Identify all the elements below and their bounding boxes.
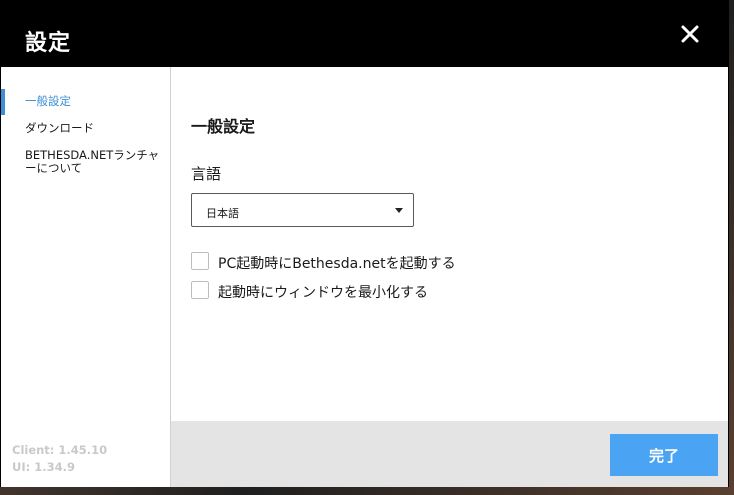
client-version: Client: 1.45.10 (12, 443, 108, 457)
language-select[interactable]: 日本語 (191, 193, 414, 227)
launch-on-startup-checkbox[interactable] (191, 252, 209, 270)
sidebar-item-label: 一般設定 (25, 94, 71, 108)
sidebar-item-label: BETHESDA.NETランチャーについて (25, 148, 160, 175)
language-select-value: 日本語 (206, 207, 239, 220)
sidebar-item-general[interactable]: 一般設定 (1, 89, 170, 115)
minimize-on-startup-checkbox[interactable] (191, 281, 209, 299)
launch-on-startup-label: PC起動時にBethesda.netを起動する (218, 256, 456, 272)
sidebar: 一般設定 ダウンロード BETHESDA.NETランチャーについて Client… (1, 67, 171, 487)
ui-version: UI: 1.34.9 (12, 460, 75, 474)
done-button[interactable]: 完了 (610, 434, 718, 476)
language-label: 言語 (191, 165, 222, 183)
general-settings-panel: 一般設定 言語 日本語 PC起動時にBethesda.netを起動する 起動時に… (171, 67, 728, 421)
close-icon (681, 25, 699, 43)
minimize-on-startup-label: 起動時にウィンドウを最小化する (218, 285, 428, 301)
chevron-down-icon (395, 208, 403, 213)
settings-dialog: 設定 一般設定 ダウンロード BETHESDA.NETランチャーについて Cli… (0, 0, 729, 487)
dialog-title: 設定 (25, 31, 72, 56)
section-title: 一般設定 (191, 117, 256, 136)
dialog-footer: 完了 (171, 421, 728, 487)
close-button[interactable] (680, 24, 700, 44)
sidebar-item-downloads[interactable]: ダウンロード (1, 122, 170, 135)
sidebar-item-label: ダウンロード (25, 121, 94, 135)
sidebar-item-about[interactable]: BETHESDA.NETランチャーについて (1, 149, 161, 175)
titlebar: 設定 (1, 1, 728, 67)
